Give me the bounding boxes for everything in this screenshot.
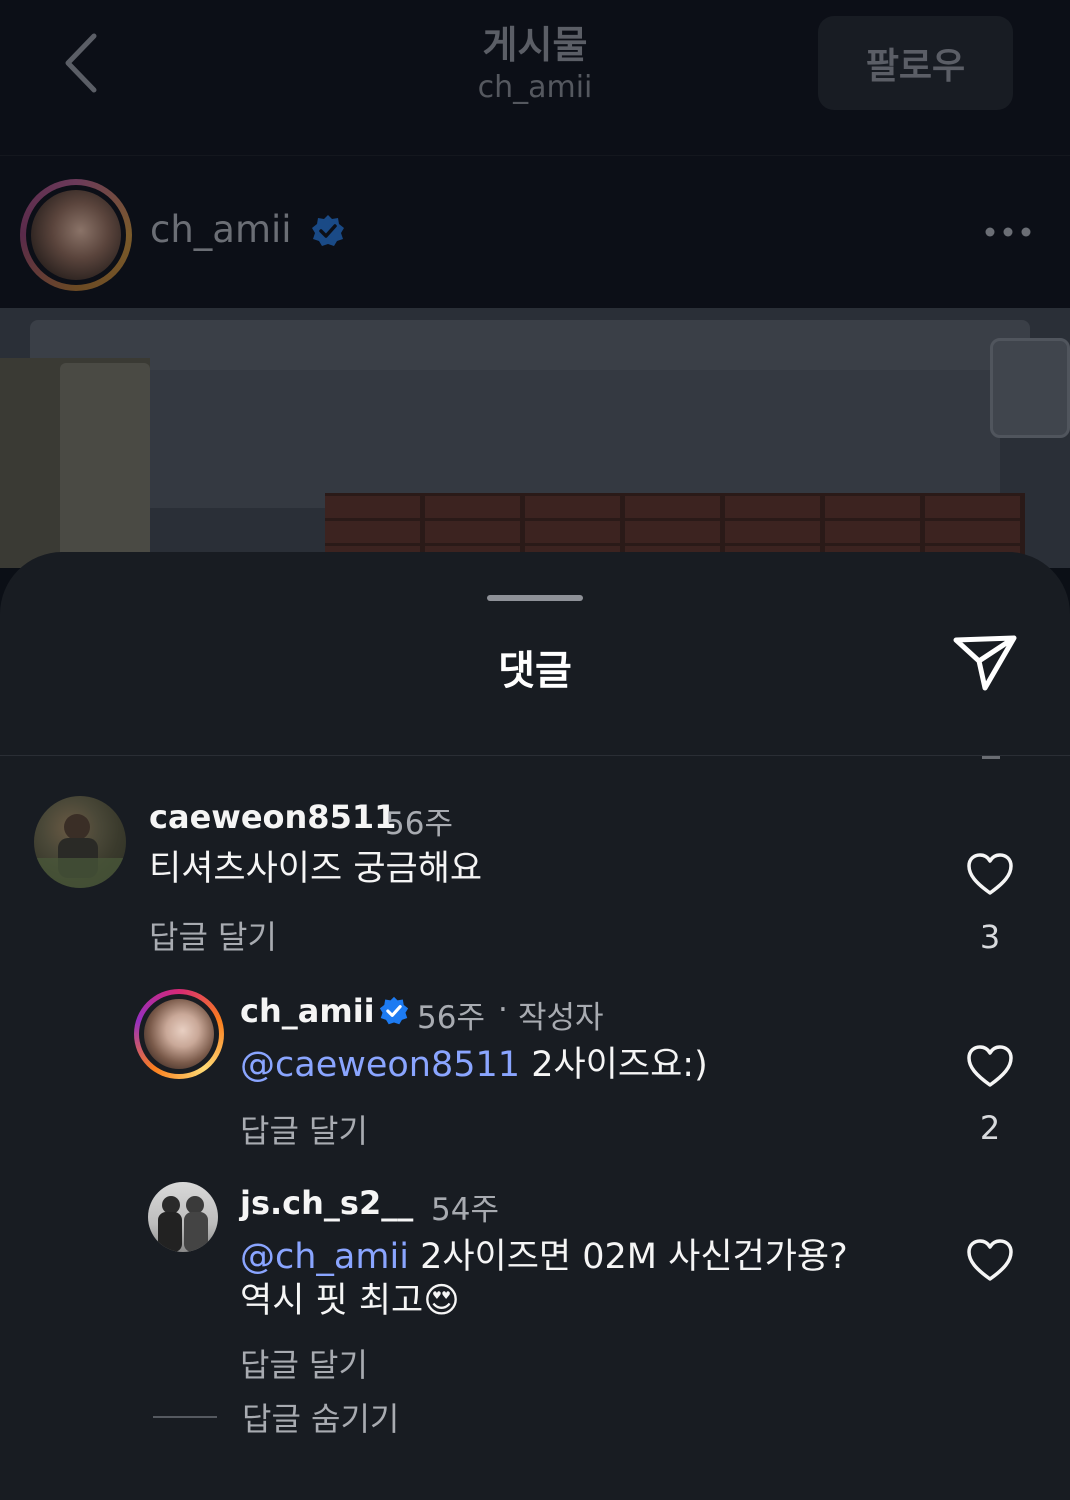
sheet-divider bbox=[0, 755, 1070, 756]
comment-text-content: 2사이즈면 02M 사신건가용? bbox=[420, 1237, 848, 1277]
like-count: 3 bbox=[979, 918, 1001, 956]
heart-icon[interactable] bbox=[966, 1044, 1014, 1088]
reply-button[interactable]: 답글 달기 bbox=[240, 1340, 368, 1386]
comment-text-content: 역시 핏 최고 bbox=[240, 1281, 424, 1321]
verified-badge-icon bbox=[312, 215, 344, 246]
avatar[interactable] bbox=[34, 796, 126, 888]
scroll-indicator bbox=[982, 756, 1000, 759]
mention-link[interactable]: @ch_amii bbox=[240, 1237, 409, 1277]
share-icon[interactable] bbox=[952, 632, 1018, 694]
heart-icon[interactable] bbox=[966, 852, 1014, 896]
comment-text: @caeweon8511 2사이즈요:) bbox=[240, 1042, 708, 1088]
post-author-row: ch_amii bbox=[0, 156, 1070, 308]
verified-badge-icon bbox=[379, 996, 409, 1025]
reply-button[interactable]: 답글 달기 bbox=[240, 1106, 368, 1152]
author-avatar[interactable] bbox=[20, 179, 132, 291]
comment-username[interactable]: ch_amii bbox=[240, 992, 375, 1030]
heart-eyes-emoji: 😍 bbox=[423, 1281, 460, 1321]
hide-replies-button[interactable]: 답글 숨기기 bbox=[242, 1394, 399, 1440]
more-options-icon[interactable] bbox=[984, 226, 1032, 238]
sheet-drag-handle[interactable] bbox=[487, 595, 583, 601]
sheet-title: 댓글 bbox=[498, 648, 572, 694]
comment-text-content: 2사이즈요:) bbox=[531, 1045, 708, 1085]
author-tag: 작성자 bbox=[518, 1000, 604, 1036]
comment-time: 54주 bbox=[431, 1192, 499, 1228]
post-screen: 게시물 ch_amii 팔로우 ch_amii 댓글 caeweon8511 5… bbox=[0, 0, 1070, 1500]
comment-text-line2: 역시 핏 최고😍 bbox=[240, 1278, 460, 1324]
hide-replies-line bbox=[153, 1416, 217, 1418]
comment-time: 56주 bbox=[385, 806, 453, 842]
comments-sheet: 댓글 caeweon8511 56주 티셔츠사이즈 궁금해요 답글 달기 3 c… bbox=[0, 552, 1070, 1500]
avatar[interactable] bbox=[148, 1182, 218, 1252]
comment-username[interactable]: caeweon8511 bbox=[149, 798, 396, 836]
comment-text: @ch_amii 2사이즈면 02M 사신건가용? bbox=[240, 1234, 848, 1280]
comment-text: 티셔츠사이즈 궁금해요 bbox=[149, 849, 483, 889]
comment-time: 56주 bbox=[417, 1000, 485, 1036]
top-navigation-bar: 게시물 ch_amii 팔로우 bbox=[0, 0, 1070, 155]
follow-button[interactable]: 팔로우 bbox=[818, 16, 1013, 110]
meta-separator: · bbox=[498, 992, 508, 1028]
reply-button[interactable]: 답글 달기 bbox=[149, 912, 277, 958]
avatar[interactable] bbox=[134, 989, 224, 1079]
like-count: 2 bbox=[979, 1109, 1001, 1147]
heart-icon[interactable] bbox=[966, 1238, 1014, 1282]
post-photo[interactable] bbox=[0, 308, 1070, 568]
author-username[interactable]: ch_amii bbox=[150, 208, 292, 251]
mention-link[interactable]: @caeweon8511 bbox=[240, 1045, 520, 1085]
comment-username[interactable]: js.ch_s2__ bbox=[240, 1184, 413, 1222]
